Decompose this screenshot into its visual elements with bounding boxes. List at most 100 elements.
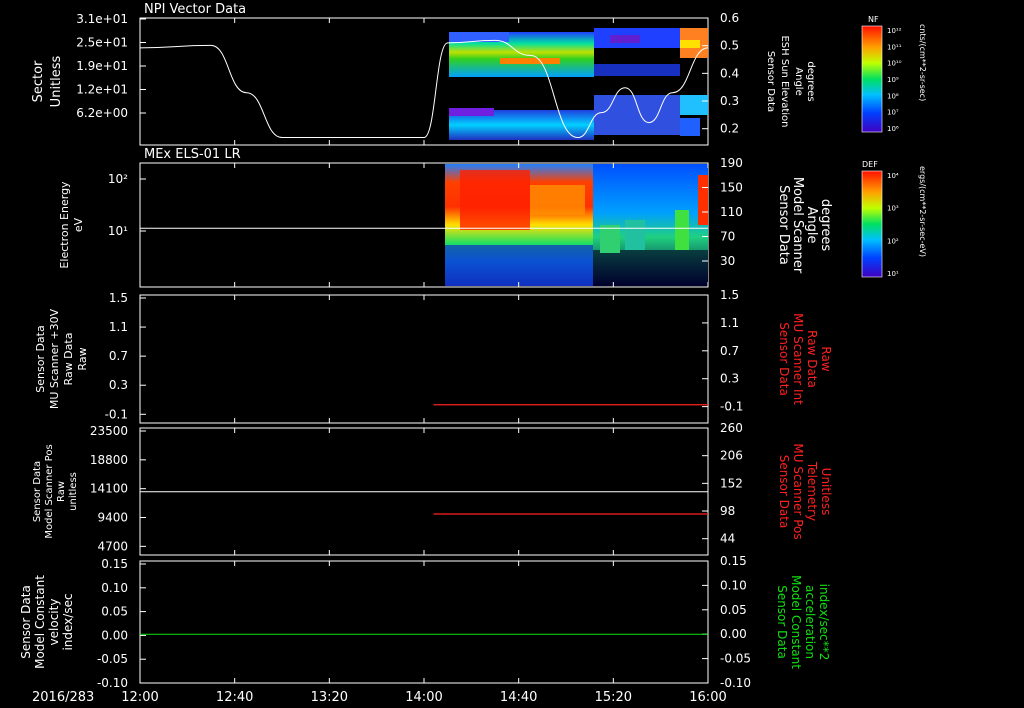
y2-tick-label: 0.2 bbox=[720, 122, 739, 136]
y2-tick-label: 0.3 bbox=[720, 94, 739, 108]
y2-tick-label: 0.10 bbox=[720, 578, 747, 592]
colorbar-tick-label: 10¹⁰ bbox=[887, 60, 902, 68]
y-tick-label: 18800 bbox=[90, 453, 128, 467]
y2-axis-label: Sensor Data bbox=[777, 322, 791, 396]
y2-axis-label: Telemetry bbox=[805, 461, 819, 521]
y2-axis-label: Model Constant bbox=[789, 575, 803, 669]
els-heatmap bbox=[445, 164, 708, 286]
y2-axis-label: Raw bbox=[819, 346, 833, 371]
y-tick-label: 1.9e+01 bbox=[76, 59, 128, 73]
y-tick-label: 10¹ bbox=[108, 224, 128, 238]
y-tick-label: 4700 bbox=[97, 539, 128, 553]
x-tick-label: 14:40 bbox=[500, 690, 537, 705]
y-tick-label: 0.3 bbox=[109, 378, 128, 392]
y-tick-label: 1.5 bbox=[109, 291, 128, 305]
y2-axis-label: Sensor Data bbox=[775, 585, 789, 659]
y-tick-label: 0.15 bbox=[101, 557, 128, 571]
y-axis-label: Raw bbox=[76, 347, 89, 370]
y-tick-label: 0.05 bbox=[101, 605, 128, 619]
y2-axis-label: Model Scanner bbox=[790, 177, 805, 274]
y-tick-label: 1.1 bbox=[109, 320, 128, 334]
y-tick-label: 1.2e+01 bbox=[76, 83, 128, 97]
y2-axis-label: Sensor Data bbox=[776, 185, 791, 265]
y2-axis-label: Raw Data bbox=[805, 330, 819, 388]
y-tick-label: -0.1 bbox=[105, 407, 128, 421]
y-axis-label: Model Scanner Pos bbox=[44, 444, 55, 538]
colorbar-tick-label: 10¹ bbox=[887, 270, 899, 278]
def-colorbar-label: DEF bbox=[862, 160, 878, 169]
y2-tick-label: 0.4 bbox=[720, 66, 739, 80]
y2-tick-label: 30 bbox=[720, 254, 735, 268]
def-colorbar-unit: ergs/(cm**2-sr-sec-eV) bbox=[918, 166, 927, 257]
y2-axis-label: degrees bbox=[805, 61, 816, 101]
nf-colorbar-label: NF bbox=[868, 15, 879, 24]
y2-tick-label: -0.05 bbox=[720, 652, 751, 666]
nf-colorbar-unit: cnts/(cm**2-sr-sec) bbox=[918, 24, 927, 101]
y2-tick-label: 150 bbox=[720, 181, 743, 195]
nf-colorbar-scale bbox=[861, 25, 883, 133]
y2-axis-label: MU Scanner Pos bbox=[791, 443, 805, 539]
colorbar-tick-label: 10⁹ bbox=[887, 76, 899, 84]
y-tick-label: 2.5e+01 bbox=[76, 36, 128, 50]
y2-tick-label: 0.5 bbox=[720, 39, 739, 53]
y-tick-label: 6.2e+00 bbox=[76, 106, 128, 120]
y-axis-label: Raw bbox=[56, 481, 67, 502]
y2-axis-label: degrees bbox=[818, 199, 833, 252]
y2-axis-label: Sensor Data bbox=[765, 51, 776, 112]
x-tick-label: 12:00 bbox=[121, 690, 158, 705]
colorbar-tick-label: 10² bbox=[887, 237, 899, 245]
y-tick-label: -0.05 bbox=[97, 652, 128, 666]
y2-tick-label: 110 bbox=[720, 205, 743, 219]
colorbar-tick-label: 10¹² bbox=[887, 27, 902, 35]
y2-tick-label: -0.1 bbox=[720, 400, 743, 414]
x-tick-label: 12:40 bbox=[216, 690, 253, 705]
y2-tick-label: 152 bbox=[720, 476, 743, 490]
y2-tick-label: 190 bbox=[720, 156, 743, 170]
y2-tick-label: 1.5 bbox=[720, 288, 739, 302]
y2-axis-label: Sensor Data bbox=[777, 455, 791, 529]
y2-tick-label: -0.10 bbox=[720, 676, 751, 690]
y2-axis-label: ESH Sun Elevation bbox=[779, 35, 790, 127]
y-axis-label: index/sec bbox=[61, 593, 75, 650]
colorbar-tick-label: 10⁷ bbox=[887, 109, 899, 117]
y-axis-label: Electron Energy bbox=[58, 181, 71, 269]
y-tick-label: 10² bbox=[108, 172, 128, 186]
y2-axis-label: Angle bbox=[804, 207, 819, 244]
y2-tick-label: 0.05 bbox=[720, 603, 747, 617]
y2-tick-label: 98 bbox=[720, 504, 735, 518]
panel-1-title: NPI Vector Data bbox=[144, 2, 246, 17]
y-tick-label: 3.1e+01 bbox=[76, 12, 128, 26]
y-axis-label: eV bbox=[72, 217, 85, 232]
y-axis-label: Sensor Data bbox=[32, 461, 43, 522]
y2-tick-label: 0.7 bbox=[720, 344, 739, 358]
y-tick-label: 0.7 bbox=[109, 349, 128, 363]
y-axis-label: Sector bbox=[31, 60, 46, 102]
y-axis-label: MU Scanner +30V bbox=[48, 308, 61, 409]
y-axis-label: velocity bbox=[47, 599, 61, 646]
y2-tick-label: 44 bbox=[720, 532, 735, 546]
time-series-figure: NPI Vector Data MEx ELS-01 LR 2016/283 1… bbox=[0, 0, 1024, 708]
y-tick-label: 0.00 bbox=[101, 628, 128, 642]
y-axis-label: Model Constant bbox=[33, 575, 47, 669]
y2-axis-label: MU Scanner Int bbox=[791, 313, 805, 405]
y2-tick-label: 1.1 bbox=[720, 316, 739, 330]
x-tick-label: 14:00 bbox=[405, 690, 442, 705]
y-axis-label: unitless bbox=[68, 472, 79, 511]
y2-tick-label: 206 bbox=[720, 449, 743, 463]
panel-2-title: MEx ELS-01 LR bbox=[144, 147, 241, 162]
y-axis-label: Raw Data bbox=[62, 333, 75, 386]
colorbar-tick-label: 10⁶ bbox=[887, 125, 899, 133]
colorbar-tick-label: 10¹¹ bbox=[887, 43, 902, 51]
y-tick-label: 14100 bbox=[90, 482, 128, 496]
y-axis-label: Unitless bbox=[49, 55, 64, 107]
colorbar-tick-label: 10⁸ bbox=[887, 92, 899, 100]
y-tick-label: 9400 bbox=[97, 511, 128, 525]
x-tick-label: 16:00 bbox=[689, 690, 726, 705]
colorbar-tick-label: 10⁴ bbox=[887, 172, 899, 180]
x-tick-label: 13:20 bbox=[311, 690, 348, 705]
y-tick-label: 23500 bbox=[90, 424, 128, 438]
y2-axis-label: acceleration bbox=[803, 585, 817, 659]
y2-axis-label: index/sec**2 bbox=[817, 584, 831, 661]
x-tick-label: 15:20 bbox=[595, 690, 632, 705]
colorbar-tick-label: 10³ bbox=[887, 205, 899, 213]
